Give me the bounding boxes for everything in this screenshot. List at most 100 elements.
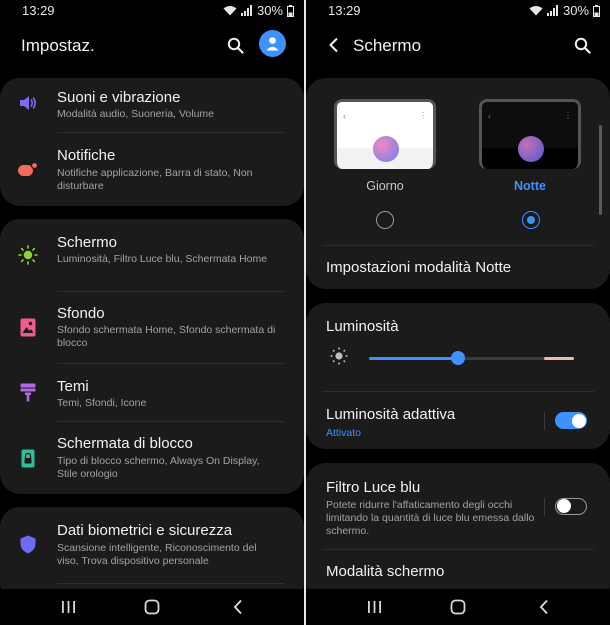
status-indicators: 30% bbox=[223, 3, 294, 18]
settings-group-sound: Suoni e vibrazione Modalità audio, Suone… bbox=[0, 78, 304, 206]
back-arrow-icon[interactable] bbox=[323, 34, 343, 56]
slider-limit-marker bbox=[544, 356, 574, 360]
sun-icon bbox=[18, 245, 38, 265]
search-icon[interactable] bbox=[224, 34, 246, 56]
blue-light-filter-row[interactable]: Filtro Luce blu Potete ridurre l'affatic… bbox=[306, 463, 610, 549]
settings-item-title: Suoni e vibrazione bbox=[57, 89, 181, 106]
toggle-thumb bbox=[571, 413, 586, 428]
settings-item-title: Temi bbox=[57, 378, 89, 395]
status-bar: 13:29 30% bbox=[306, 0, 610, 22]
adaptive-brightness-row[interactable]: Luminosità adattiva Attivato bbox=[306, 392, 610, 449]
page-title: Impostaz. bbox=[21, 36, 95, 55]
preview-back-icon: ‹ bbox=[343, 111, 346, 121]
toggle-thumb bbox=[557, 499, 571, 513]
wifi-icon bbox=[529, 6, 543, 16]
preview-more-icon: ⋮ bbox=[419, 111, 427, 120]
signal-icon bbox=[240, 5, 252, 16]
day-mode-radio[interactable] bbox=[376, 211, 394, 229]
settings-item-subtitle: Temi, Sfondi, Icone bbox=[57, 397, 147, 409]
divider bbox=[322, 549, 594, 550]
search-icon[interactable] bbox=[571, 34, 593, 56]
adaptive-brightness-label: Luminosità adattiva bbox=[326, 406, 456, 423]
settings-item-title: Schermata di blocco bbox=[57, 435, 193, 452]
brightness-label: Luminosità bbox=[326, 318, 399, 335]
night-mode-settings-link[interactable]: Impostazioni modalità Notte bbox=[326, 259, 511, 276]
night-preview-orb bbox=[518, 136, 544, 162]
settings-item-title: Dati biometrici e sicurezza bbox=[57, 522, 233, 539]
adaptive-brightness-toggle[interactable] bbox=[555, 412, 587, 429]
status-time: 13:29 bbox=[22, 3, 55, 18]
battery-text: 30% bbox=[562, 3, 589, 18]
settings-item-title: Sfondo bbox=[57, 305, 105, 322]
profile-icon[interactable] bbox=[259, 30, 286, 57]
recent-apps-icon[interactable] bbox=[58, 598, 78, 616]
settings-item-wallpaper[interactable]: Sfondo Sfondo schermata Home, Sfondo sch… bbox=[0, 292, 304, 363]
blue-light-filter-toggle[interactable] bbox=[555, 498, 587, 515]
day-mode-label: Giorno bbox=[366, 179, 404, 193]
blue-light-filter-label: Filtro Luce blu bbox=[326, 479, 421, 496]
blue-light-filter-description: Potete ridurre l'affaticamento degli occ… bbox=[326, 499, 535, 537]
home-icon[interactable] bbox=[448, 598, 468, 616]
lock-icon bbox=[18, 448, 38, 468]
home-icon[interactable] bbox=[142, 598, 162, 616]
settings-item-notifications[interactable]: Notifiche Notifiche applicazione, Barra … bbox=[0, 133, 304, 206]
back-icon[interactable] bbox=[228, 598, 248, 616]
settings-item-subtitle: Scansione intelligente, Riconoscimento d… bbox=[57, 542, 257, 567]
blue-light-card: Filtro Luce blu Potete ridurre l'affatic… bbox=[306, 463, 610, 603]
settings-panel: 13:29 30% Impostaz. Suoni e vibrazione M… bbox=[0, 0, 304, 625]
brightness-slider[interactable] bbox=[369, 350, 574, 366]
navigation-bar bbox=[0, 589, 304, 625]
night-mode-preview[interactable]: ‹ ⋮ bbox=[479, 99, 581, 169]
settings-item-lock-screen[interactable]: Schermata di blocco Tipo di blocco scher… bbox=[0, 422, 304, 494]
navigation-bar bbox=[306, 589, 610, 625]
notification-icon bbox=[18, 160, 38, 180]
day-mode-preview[interactable]: ‹ ⋮ bbox=[334, 99, 436, 169]
divider bbox=[57, 583, 284, 584]
vertical-divider bbox=[544, 412, 545, 430]
screen-mode-link[interactable]: Modalità schermo bbox=[326, 563, 444, 580]
brightness-sun-icon bbox=[330, 347, 348, 370]
back-icon[interactable] bbox=[534, 598, 554, 616]
image-icon bbox=[18, 317, 38, 337]
wifi-icon bbox=[223, 6, 237, 16]
status-time: 13:29 bbox=[328, 3, 361, 18]
settings-item-biometrics[interactable]: Dati biometrici e sicurezza Scansione in… bbox=[0, 507, 304, 583]
settings-item-subtitle: Notifiche applicazione, Barra di stato, … bbox=[57, 167, 253, 192]
settings-item-subtitle: Luminosità, Filtro Luce blu, Schermata H… bbox=[57, 253, 268, 265]
slider-fill bbox=[369, 356, 459, 360]
divider bbox=[322, 245, 594, 246]
scrollbar[interactable] bbox=[599, 125, 602, 215]
page-title: Schermo bbox=[353, 36, 422, 55]
vertical-divider bbox=[544, 498, 545, 516]
recent-apps-icon[interactable] bbox=[364, 598, 384, 616]
battery-icon bbox=[593, 4, 600, 17]
slider-thumb[interactable] bbox=[451, 351, 466, 365]
settings-app-bar: Impostaz. bbox=[0, 28, 304, 62]
preview-more-icon: ⋮ bbox=[564, 111, 572, 120]
night-mode-radio[interactable] bbox=[522, 211, 540, 229]
adaptive-brightness-status: Attivato bbox=[326, 427, 362, 439]
settings-item-subtitle: Tipo di blocco schermo, Always On Displa… bbox=[57, 455, 260, 480]
battery-icon bbox=[287, 4, 294, 17]
battery-text: 30% bbox=[256, 3, 283, 18]
preview-back-icon: ‹ bbox=[488, 111, 491, 121]
status-bar: 13:29 30% bbox=[0, 0, 304, 22]
day-preview-orb bbox=[373, 136, 399, 162]
shield-icon bbox=[18, 534, 38, 554]
theme-mode-card: ‹ ⋮ ‹ ⋮ Giorno Notte Impostazioni modali… bbox=[306, 78, 610, 289]
settings-item-subtitle: Modalità audio, Suoneria, Volume bbox=[57, 108, 215, 120]
display-settings-panel: 13:29 30% Schermo ‹ ⋮ ‹ ⋮ Giorno Notte I… bbox=[306, 0, 610, 625]
night-mode-label: Notte bbox=[514, 179, 546, 193]
brightness-card: Luminosità Luminosità adattiva Attivato bbox=[306, 303, 610, 449]
speaker-icon bbox=[18, 93, 38, 113]
status-indicators: 30% bbox=[529, 3, 600, 18]
settings-group-security: Dati biometrici e sicurezza Scansione in… bbox=[0, 507, 304, 602]
settings-item-themes[interactable]: Temi Temi, Sfondi, Icone bbox=[0, 364, 304, 421]
settings-item-title: Notifiche bbox=[57, 147, 116, 164]
display-app-bar: Schermo bbox=[306, 28, 610, 62]
brush-icon bbox=[18, 382, 38, 402]
signal-icon bbox=[546, 5, 558, 16]
settings-item-title: Schermo bbox=[57, 234, 118, 251]
settings-item-display[interactable]: Schermo Luminosità, Filtro Luce blu, Sch… bbox=[0, 219, 304, 291]
settings-group-display: Schermo Luminosità, Filtro Luce blu, Sch… bbox=[0, 219, 304, 494]
